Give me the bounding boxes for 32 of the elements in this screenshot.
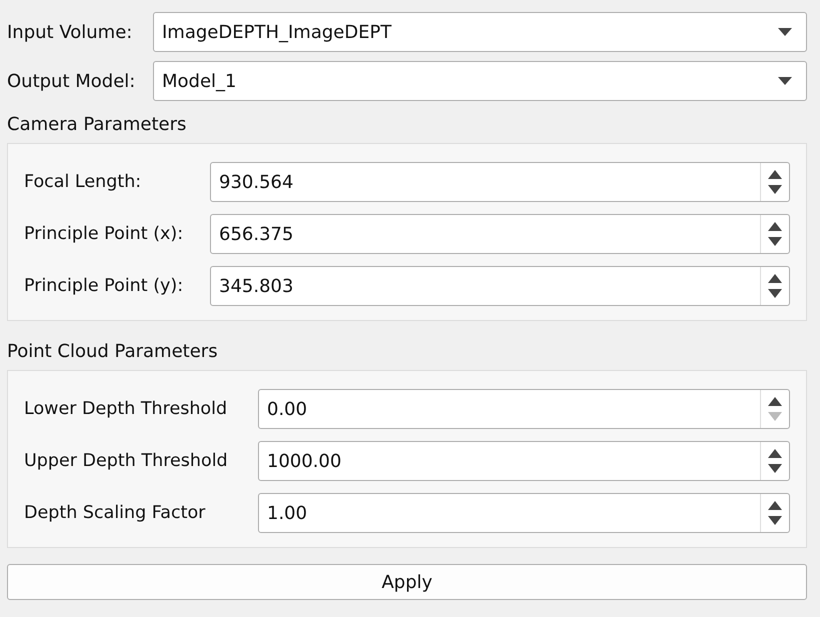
decrement-arrow-icon[interactable]	[768, 464, 782, 474]
spin-box[interactable]: 0.00	[258, 389, 790, 429]
field-label: Output Model:	[7, 70, 136, 92]
increment-arrow-icon[interactable]	[768, 396, 782, 406]
caret-icon	[778, 28, 792, 36]
field-label: Upper Depth Threshold	[24, 451, 229, 471]
increment-arrow-icon[interactable]	[768, 170, 782, 179]
decrement-arrow-icon[interactable]	[768, 289, 782, 298]
increment-arrow-icon[interactable]	[768, 222, 782, 231]
apply-button[interactable]: Apply	[7, 564, 807, 600]
increment-arrow-icon[interactable]	[768, 274, 782, 283]
field-label: Principle Point (y):	[24, 276, 184, 296]
decrement-arrow-icon[interactable]	[768, 185, 782, 194]
decrement-arrow-icon[interactable]	[768, 237, 782, 246]
field-label: Focal Length:	[24, 172, 142, 192]
increment-arrow-icon[interactable]	[768, 500, 782, 510]
field-label: Principle Point (x):	[24, 224, 184, 244]
dropdown[interactable]: Model_1	[153, 61, 807, 101]
field-label: Depth Scaling Factor	[24, 503, 206, 523]
spin-box[interactable]: 1000.00	[258, 441, 790, 481]
spin-box[interactable]: 345.803	[210, 266, 790, 306]
spin-box[interactable]: 930.564	[210, 162, 790, 202]
increment-arrow-icon[interactable]	[768, 448, 782, 458]
decrement-arrow-icon[interactable]	[768, 516, 782, 526]
field-label: Lower Depth Threshold	[24, 399, 228, 419]
dropdown[interactable]: ImageDEPTH_ImageDEPT	[153, 12, 807, 52]
caret-icon	[778, 77, 792, 85]
field-label: Input Volume:	[7, 22, 134, 42]
spin-box[interactable]: 656.375	[210, 214, 790, 254]
group-title: Camera Parameters	[7, 114, 188, 135]
group-title: Point Cloud Parameters	[7, 341, 219, 362]
spin-box[interactable]: 1.00	[258, 493, 790, 533]
